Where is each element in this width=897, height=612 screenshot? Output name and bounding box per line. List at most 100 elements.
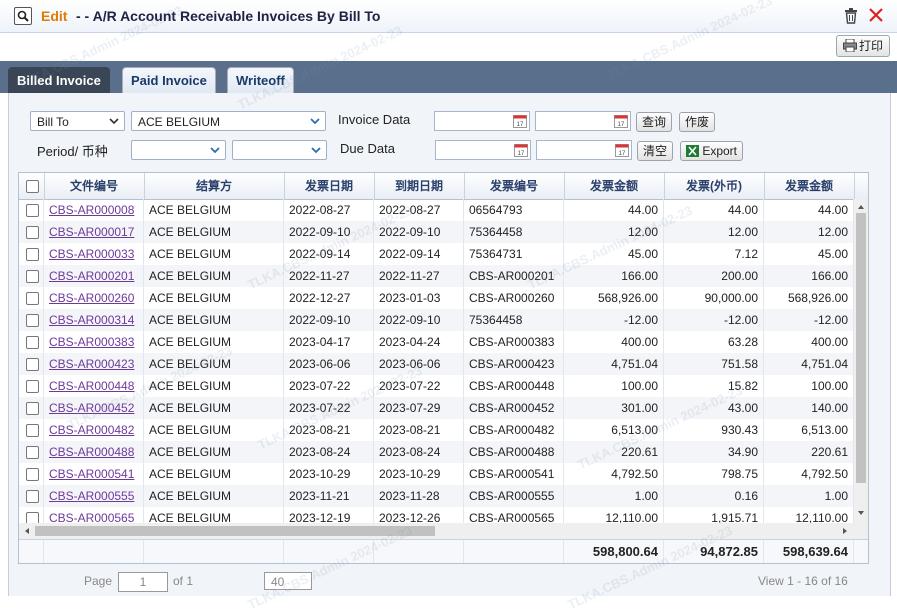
row-checkbox[interactable] bbox=[26, 468, 39, 481]
bill-to-value: ACE BELGIUM bbox=[138, 115, 221, 129]
col-header-invoice-date[interactable]: 发票日期 bbox=[284, 173, 375, 199]
cell-foreign: 44.00 bbox=[664, 199, 764, 221]
bill-to-type-select[interactable]: Bill To bbox=[30, 111, 125, 131]
row-checkbox[interactable] bbox=[26, 402, 39, 415]
horizontal-scroll-thumb[interactable] bbox=[35, 526, 435, 536]
doc-number-link[interactable]: CBS-AR000201 bbox=[49, 269, 134, 283]
table-row[interactable]: CBS-AR000482 ACE BELGIUM 2023-08-21 2023-08… bbox=[19, 419, 854, 441]
doc-number-link[interactable]: CBS-AR000017 bbox=[49, 225, 134, 239]
query-button[interactable]: 查询 bbox=[636, 112, 672, 132]
doc-number-link[interactable]: CBS-AR000555 bbox=[49, 489, 134, 503]
page-size-select[interactable]: 40 bbox=[264, 572, 312, 590]
row-checkbox[interactable] bbox=[26, 270, 39, 283]
table-row[interactable]: CBS-AR000565 ACE BELGIUM 2023-12-19 2023-12… bbox=[19, 507, 854, 523]
row-checkbox[interactable] bbox=[26, 314, 39, 327]
doc-number-link[interactable]: CBS-AR000260 bbox=[49, 291, 134, 305]
tab-billed-invoice[interactable]: Billed Invoice bbox=[8, 67, 110, 95]
horizontal-scrollbar[interactable] bbox=[19, 523, 868, 539]
row-select-cell bbox=[19, 265, 44, 287]
row-checkbox[interactable] bbox=[26, 512, 39, 523]
close-icon[interactable] bbox=[869, 8, 883, 25]
bill-to-select[interactable]: ACE BELGIUM bbox=[131, 111, 326, 131]
col-header-amount[interactable]: 发票金额 bbox=[564, 173, 665, 199]
row-checkbox[interactable] bbox=[26, 292, 39, 305]
table-row[interactable]: CBS-AR000541 ACE BELGIUM 2023-10-29 2023-10… bbox=[19, 463, 854, 485]
table-row[interactable]: CBS-AR000448 ACE BELGIUM 2023-07-22 2023-07… bbox=[19, 375, 854, 397]
doc-number-link[interactable]: CBS-AR000383 bbox=[49, 335, 134, 349]
totals-blank bbox=[464, 540, 564, 563]
scroll-down-icon[interactable] bbox=[854, 507, 868, 519]
cell-amount2: 4,751.04 bbox=[764, 353, 854, 375]
doc-number-link[interactable]: CBS-AR000423 bbox=[49, 357, 134, 371]
table-row[interactable]: CBS-AR000314 ACE BELGIUM 2022-09-10 2022-09… bbox=[19, 309, 854, 331]
export-button[interactable]: Export bbox=[680, 141, 743, 161]
col-header-amount-2[interactable]: 发票金额 bbox=[764, 173, 855, 199]
trash-icon[interactable] bbox=[844, 8, 858, 27]
row-checkbox[interactable] bbox=[26, 490, 39, 503]
col-header-invoice-no[interactable]: 发票编号 bbox=[464, 173, 565, 199]
scroll-right-icon[interactable] bbox=[839, 524, 851, 538]
doc-number-link[interactable]: CBS-AR000541 bbox=[49, 467, 134, 481]
page-input[interactable]: 1 bbox=[118, 572, 168, 592]
due-date-to[interactable]: 17 bbox=[536, 140, 632, 160]
doc-number-link[interactable]: CBS-AR000033 bbox=[49, 247, 134, 261]
doc-number-link[interactable]: CBS-AR000448 bbox=[49, 379, 134, 393]
table-row[interactable]: CBS-AR000423 ACE BELGIUM 2023-06-06 2023-06… bbox=[19, 353, 854, 375]
tab-label: Billed Invoice bbox=[17, 73, 101, 88]
doc-number-link[interactable]: CBS-AR000452 bbox=[49, 401, 134, 415]
table-row[interactable]: CBS-AR000008 ACE BELGIUM 2022-08-27 2022-08… bbox=[19, 199, 854, 221]
currency-select[interactable] bbox=[232, 140, 327, 160]
cell-inv-date: 2023-07-22 bbox=[284, 375, 374, 397]
calendar-icon[interactable]: 17 bbox=[615, 143, 629, 157]
table-row[interactable]: CBS-AR000201 ACE BELGIUM 2022-11-27 2022-11… bbox=[19, 265, 854, 287]
table-row[interactable]: CBS-AR000452 ACE BELGIUM 2023-07-22 2023-07… bbox=[19, 397, 854, 419]
vertical-scrollbar[interactable] bbox=[854, 199, 868, 523]
table-row[interactable]: CBS-AR000488 ACE BELGIUM 2023-08-24 2023-08… bbox=[19, 441, 854, 463]
row-checkbox[interactable] bbox=[26, 424, 39, 437]
due-date-from[interactable]: 17 bbox=[435, 140, 531, 160]
col-header-due-date[interactable]: 到期日期 bbox=[374, 173, 465, 199]
record-summary: View 1 - 16 of 16 bbox=[758, 574, 848, 588]
period-select[interactable] bbox=[131, 140, 226, 160]
table-row[interactable]: CBS-AR000017 ACE BELGIUM 2022-09-10 2022-09… bbox=[19, 221, 854, 243]
print-button[interactable]: 打印 bbox=[836, 35, 890, 57]
doc-number-link[interactable]: CBS-AR000482 bbox=[49, 423, 134, 437]
row-checkbox[interactable] bbox=[26, 204, 39, 217]
table-row[interactable]: CBS-AR000383 ACE BELGIUM 2023-04-17 2023-04… bbox=[19, 331, 854, 353]
row-checkbox[interactable] bbox=[26, 380, 39, 393]
table-row[interactable]: CBS-AR000033 ACE BELGIUM 2022-09-14 2022-09… bbox=[19, 243, 854, 265]
vertical-scroll-thumb[interactable] bbox=[856, 213, 866, 483]
row-checkbox[interactable] bbox=[26, 358, 39, 371]
doc-number-link[interactable]: CBS-AR000008 bbox=[49, 203, 134, 217]
row-checkbox[interactable] bbox=[26, 248, 39, 261]
calendar-icon[interactable]: 17 bbox=[514, 143, 528, 157]
clear-button[interactable]: 清空 bbox=[637, 141, 673, 161]
doc-number-link[interactable]: CBS-AR000565 bbox=[49, 511, 134, 523]
calendar-icon[interactable]: 17 bbox=[513, 114, 527, 128]
doc-number-link[interactable]: CBS-AR000488 bbox=[49, 445, 134, 459]
row-checkbox[interactable] bbox=[26, 226, 39, 239]
tab-writeoff[interactable]: Writeoff bbox=[227, 67, 294, 95]
calendar-icon[interactable]: 17 bbox=[614, 114, 628, 128]
row-select-cell bbox=[19, 331, 44, 353]
cell-party: ACE BELGIUM bbox=[144, 419, 284, 441]
row-checkbox[interactable] bbox=[26, 446, 39, 459]
invoice-date-to[interactable]: 17 bbox=[535, 111, 631, 131]
row-checkbox[interactable] bbox=[26, 336, 39, 349]
scroll-left-icon[interactable] bbox=[21, 524, 33, 538]
col-header-party[interactable]: 结算方 bbox=[144, 173, 285, 199]
doc-number-link[interactable]: CBS-AR000314 bbox=[49, 313, 134, 327]
row-select-cell bbox=[19, 419, 44, 441]
col-header-doc-no[interactable]: 文件编号 bbox=[44, 173, 145, 199]
col-header-foreign-amount[interactable]: 发票(外币) bbox=[664, 173, 765, 199]
cell-amount: 400.00 bbox=[564, 331, 664, 353]
table-row[interactable]: CBS-AR000555 ACE BELGIUM 2023-11-21 2023-11… bbox=[19, 485, 854, 507]
table-row[interactable]: CBS-AR000260 ACE BELGIUM 2022-12-27 2023-01… bbox=[19, 287, 854, 309]
tab-paid-invoice[interactable]: Paid Invoice bbox=[122, 67, 216, 95]
row-select-cell bbox=[19, 463, 44, 485]
invoice-date-from[interactable]: 17 bbox=[434, 111, 530, 131]
scroll-up-icon[interactable] bbox=[854, 201, 868, 213]
void-button[interactable]: 作废 bbox=[679, 112, 715, 132]
cell-party: ACE BELGIUM bbox=[144, 485, 284, 507]
select-all-checkbox[interactable] bbox=[26, 180, 39, 193]
